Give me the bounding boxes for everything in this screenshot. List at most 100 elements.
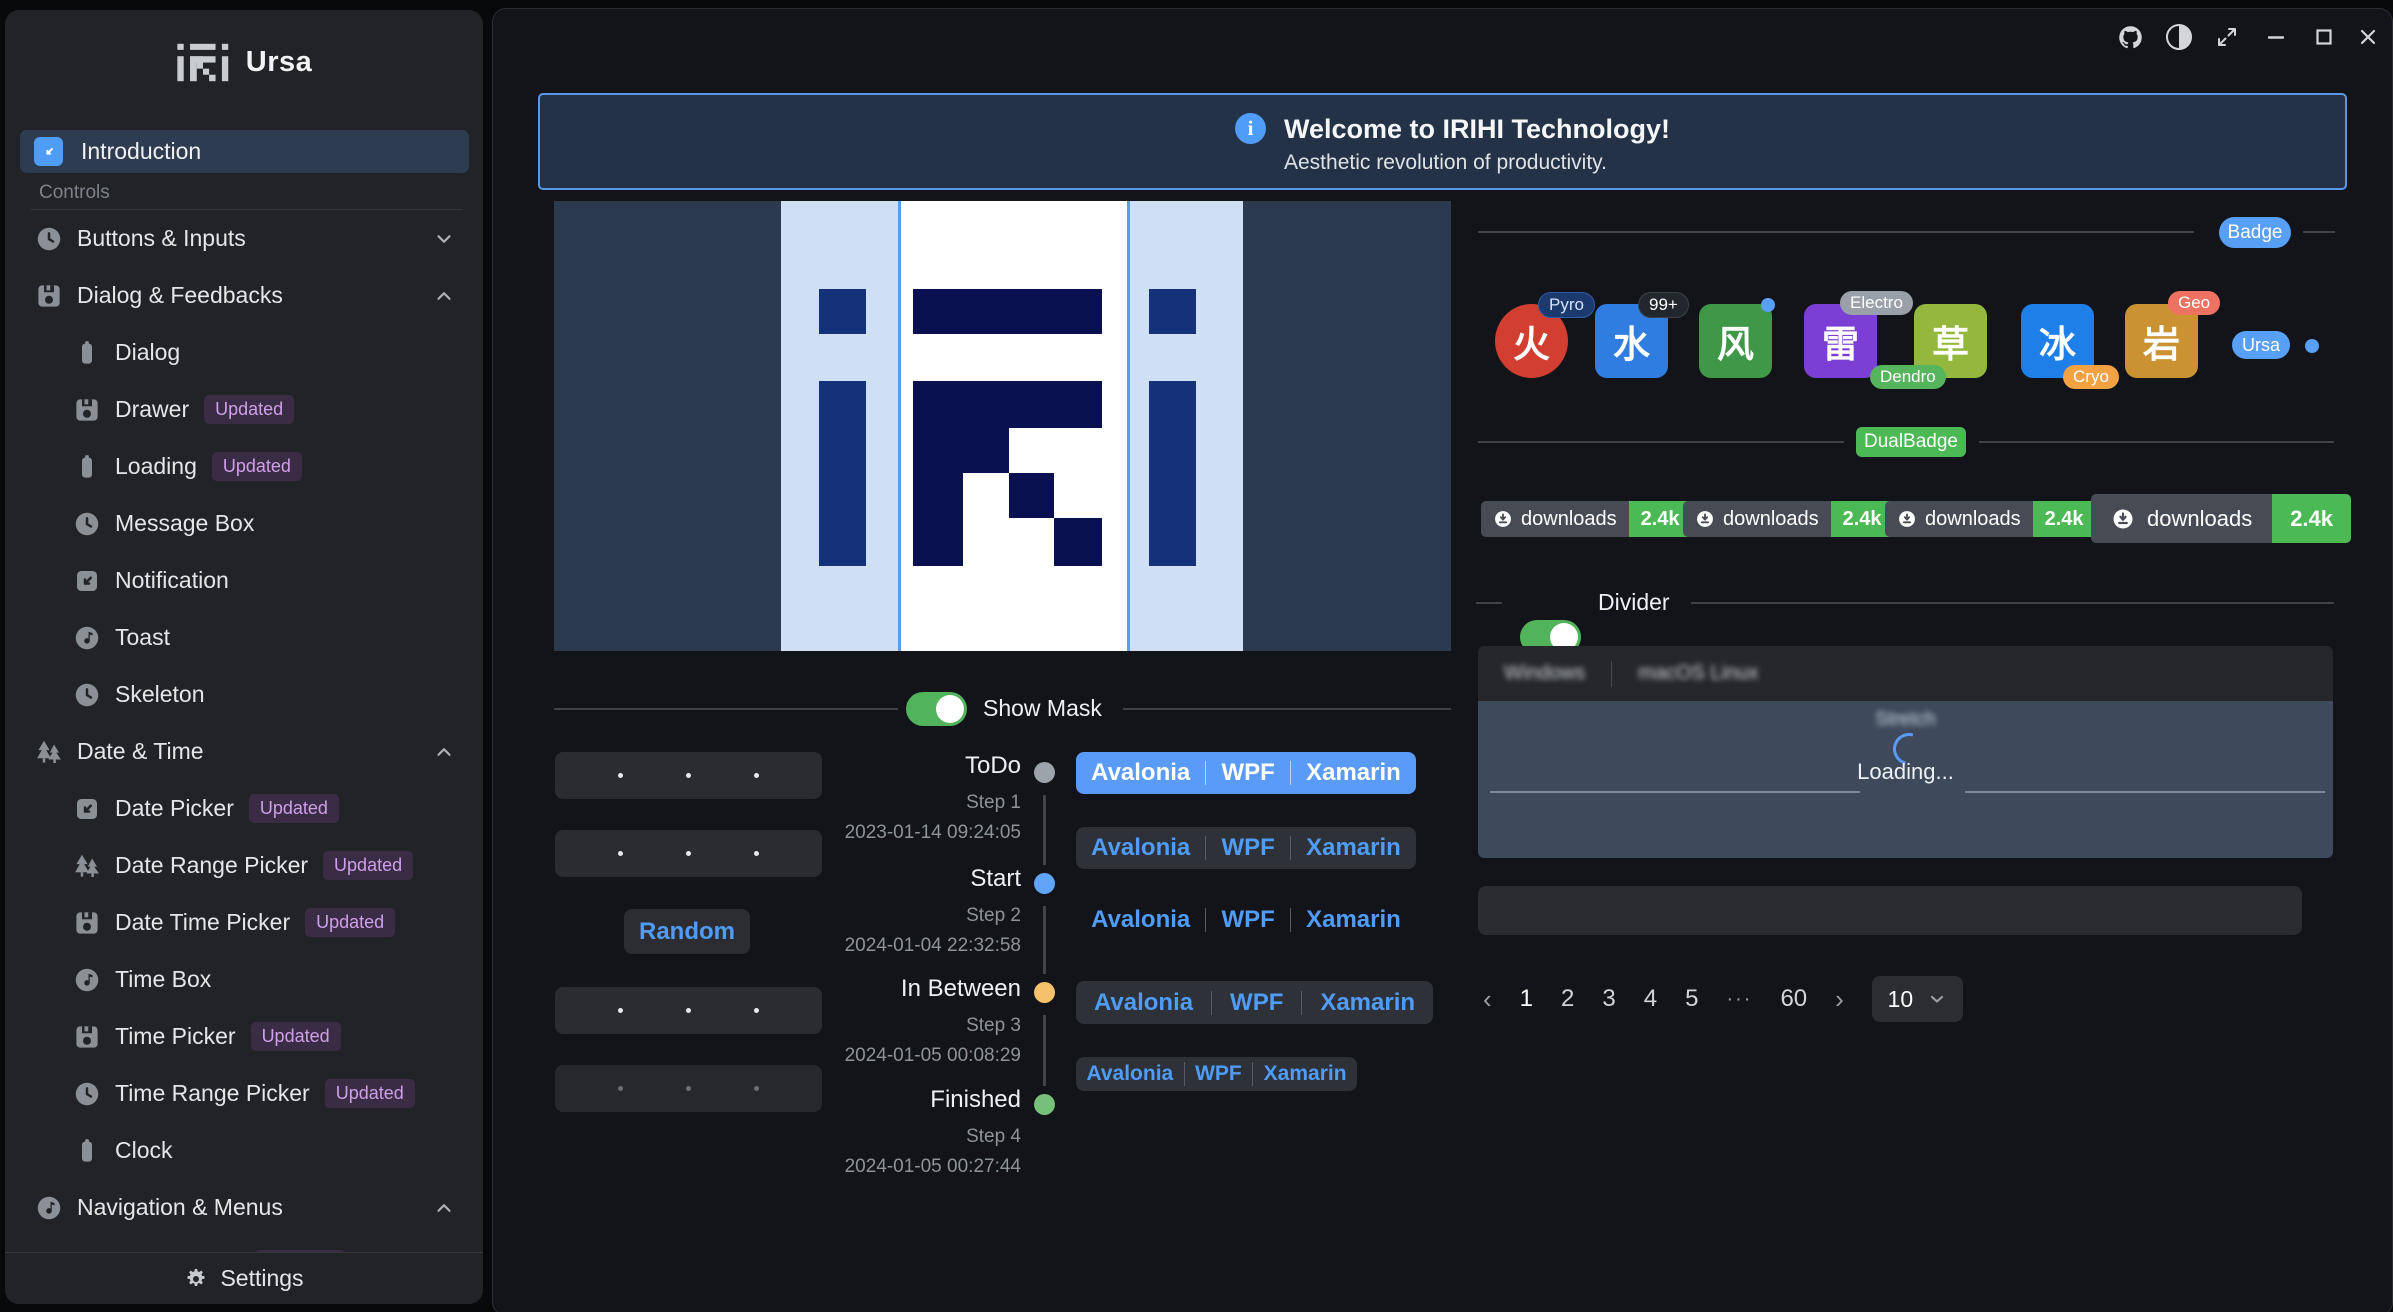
pyro-badge: Pyro — [1538, 292, 1595, 318]
battery-icon — [72, 452, 102, 482]
button-group-small: Avalonia WPF Xamarin — [1076, 1057, 1357, 1091]
minimize-button[interactable] — [2261, 22, 2291, 52]
sidebar-item-time-range-picker[interactable]: Time Range Picker Updated — [5, 1065, 483, 1122]
next-page-button[interactable]: › — [1835, 984, 1844, 1015]
downloads-label: downloads — [1723, 508, 1819, 531]
avalonia-button[interactable]: Avalonia — [1091, 759, 1190, 787]
app-root: Ursa Introduction Controls Buttons & Inp… — [0, 0, 2393, 1312]
page-button-2[interactable]: 2 — [1561, 985, 1574, 1013]
sidebar-item-clock[interactable]: Clock — [5, 1122, 483, 1179]
page-button-3[interactable]: 3 — [1602, 985, 1615, 1013]
updated-badge: Updated — [204, 395, 294, 424]
wpf-button[interactable]: WPF — [1222, 759, 1275, 787]
wpf-button[interactable]: WPF — [1222, 834, 1275, 862]
sidebar-item-drawer[interactable]: Drawer Updated — [5, 381, 483, 438]
step-label: Step 2 — [821, 905, 1021, 927]
tab-content-loading: Stretch Loading... — [1478, 701, 2333, 858]
badge-divider-pill: Badge — [2219, 217, 2291, 248]
download-icon — [1493, 509, 1513, 529]
ip-input-box[interactable] — [555, 752, 822, 799]
page-button-5[interactable]: 5 — [1685, 985, 1698, 1013]
sidebar-item-dialog[interactable]: Dialog — [5, 324, 483, 381]
random-button[interactable]: Random — [624, 909, 750, 954]
sidebar-item-date-time-picker[interactable]: Date Time Picker Updated — [5, 894, 483, 951]
arrow-square-icon — [72, 794, 102, 824]
step-label: Step 1 — [821, 792, 1021, 814]
wpf-button[interactable]: WPF — [1230, 989, 1283, 1017]
xamarin-button[interactable]: Xamarin — [1306, 906, 1401, 934]
fullscreen-button[interactable] — [2212, 22, 2242, 52]
welcome-banner: i Welcome to IRIHI Technology! Aesthetic… — [538, 93, 2347, 190]
sidebar-item-toast[interactable]: Toast — [5, 609, 483, 666]
gear-icon — [184, 1267, 208, 1291]
sidebar-item-message-box[interactable]: Message Box — [5, 495, 483, 552]
app-name: Ursa — [246, 46, 313, 79]
step-name: Start — [821, 865, 1021, 893]
floppy-icon — [72, 908, 102, 938]
avalonia-button[interactable]: Avalonia — [1091, 834, 1190, 862]
settings-button[interactable]: Settings — [5, 1252, 483, 1304]
floppy-icon — [72, 395, 102, 425]
theme-icon — [2166, 24, 2192, 50]
page-ellipsis[interactable]: ··· — [1726, 988, 1752, 1011]
ip-input-box[interactable] — [555, 987, 822, 1034]
step-connector — [1043, 795, 1046, 865]
sidebar-item-time-picker[interactable]: Time Picker Updated — [5, 1008, 483, 1065]
wpf-button[interactable]: WPF — [1222, 906, 1275, 934]
tab-windows[interactable]: Windows — [1478, 662, 1611, 685]
empty-input-panel[interactable] — [1478, 886, 2302, 935]
xamarin-button[interactable]: Xamarin — [1264, 1062, 1347, 1086]
step-dot-in-between — [1034, 982, 1055, 1003]
xamarin-button[interactable]: Xamarin — [1306, 759, 1401, 787]
divider-line — [1476, 602, 1502, 604]
sidebar-item-date-range-picker[interactable]: Date Range Picker Updated — [5, 837, 483, 894]
tab-strip: Windows macOS Linux — [1478, 646, 2333, 701]
downloads-badge: downloads 2.4k — [1481, 501, 1692, 537]
loading-label: Loading... — [1478, 759, 2333, 785]
step-label: Step 3 — [821, 1015, 1021, 1037]
page-button-1[interactable]: 1 — [1520, 985, 1533, 1013]
sidebar-item-buttons-inputs[interactable]: Buttons & Inputs — [5, 210, 483, 267]
ip-input-box-disabled — [555, 1065, 822, 1112]
sidebar-item-label: Date Time Picker — [115, 909, 290, 936]
xamarin-button[interactable]: Xamarin — [1306, 834, 1401, 862]
close-button[interactable] — [2353, 22, 2383, 52]
theme-toggle-button[interactable] — [2164, 22, 2194, 52]
github-button[interactable] — [2115, 22, 2145, 52]
sidebar-item-dialog-feedbacks[interactable]: Dialog & Feedbacks — [5, 267, 483, 324]
page-size-select[interactable]: 10 — [1872, 976, 1963, 1022]
music-note-icon — [72, 623, 102, 653]
show-mask-toggle[interactable] — [906, 692, 967, 726]
maximize-button[interactable] — [2309, 22, 2339, 52]
avalonia-button[interactable]: Avalonia — [1086, 1062, 1173, 1086]
trees-icon — [72, 851, 102, 881]
avalonia-button[interactable]: Avalonia — [1091, 906, 1190, 934]
divider-line — [1979, 441, 2334, 443]
prev-page-button[interactable]: ‹ — [1483, 984, 1492, 1015]
sidebar-item-label: Introduction — [81, 138, 201, 165]
tab-macos-linux[interactable]: macOS Linux — [1612, 662, 1784, 685]
sidebar-section-label: Controls — [39, 182, 110, 204]
page-button-60[interactable]: 60 — [1780, 985, 1807, 1013]
sidebar-item-skeleton[interactable]: Skeleton — [5, 666, 483, 723]
sidebar-item-label: Clock — [115, 1137, 173, 1164]
sidebar-item-introduction[interactable]: Introduction — [20, 130, 469, 173]
step-date: 2024-01-05 00:08:29 — [801, 1045, 1021, 1067]
sidebar-item-time-box[interactable]: Time Box — [5, 951, 483, 1008]
sidebar-item-navigation-menus[interactable]: Navigation & Menus — [5, 1179, 483, 1236]
wpf-button[interactable]: WPF — [1195, 1062, 1242, 1086]
sidebar-item-notification[interactable]: Notification — [5, 552, 483, 609]
element-tile-geo: 岩 — [2125, 304, 2198, 378]
ip-input-box[interactable] — [555, 830, 822, 877]
updated-badge: Updated — [249, 794, 339, 823]
divider-line — [1478, 441, 1844, 443]
sidebar-item-loading[interactable]: Loading Updated — [5, 438, 483, 495]
avalonia-button[interactable]: Avalonia — [1094, 989, 1193, 1017]
clock-icon — [72, 680, 102, 710]
geo-badge: Geo — [2168, 291, 2220, 315]
xamarin-button[interactable]: Xamarin — [1320, 989, 1415, 1017]
page-button-4[interactable]: 4 — [1644, 985, 1657, 1013]
sidebar-item-date-picker[interactable]: Date Picker Updated — [5, 780, 483, 837]
sidebar-item-date-time[interactable]: Date & Time — [5, 723, 483, 780]
sidebar-item-label: Skeleton — [115, 681, 205, 708]
